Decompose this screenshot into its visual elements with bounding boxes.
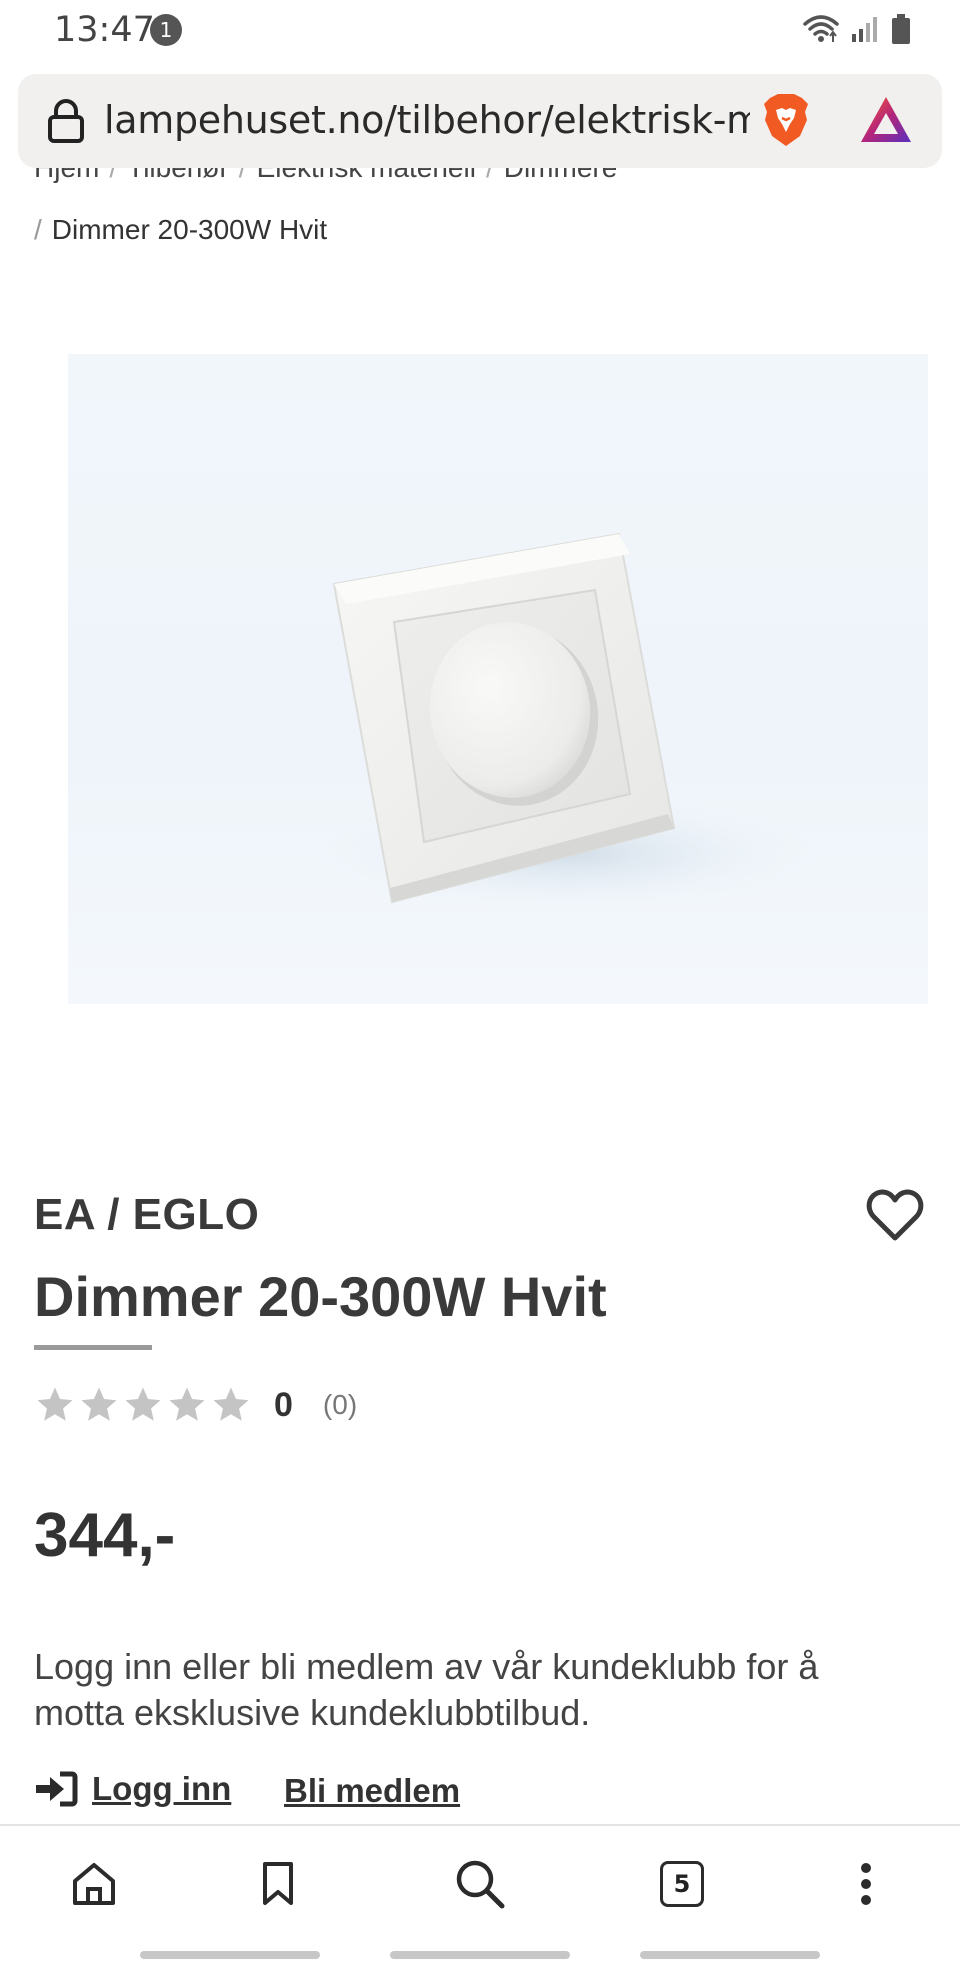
breadcrumb-current-label: Dimmer 20-300W Hvit — [51, 214, 328, 245]
rating-count: (0) — [322, 1389, 358, 1420]
dimmer-switch-image — [308, 532, 828, 914]
breadcrumb-item-electrical[interactable]: Elektrisk materiell — [257, 168, 476, 183]
tabs-button[interactable]: 5 — [650, 1852, 714, 1916]
favorite-heart-icon[interactable] — [866, 1188, 924, 1242]
bookmarks-button[interactable] — [246, 1852, 310, 1916]
breadcrumb-item-dimmers[interactable]: Dimmere — [504, 168, 618, 183]
product-image[interactable] — [68, 354, 928, 1004]
gesture-bar-right — [640, 1951, 820, 1959]
gesture-bar-center — [390, 1951, 570, 1959]
more-icon — [861, 1863, 871, 1905]
rating-stars — [34, 1384, 252, 1426]
sign-in-icon — [36, 1771, 78, 1807]
more-menu-button[interactable] — [834, 1852, 898, 1916]
breadcrumb-item-accessories[interactable]: Tilbehør — [127, 168, 229, 183]
status-time: 13:47 — [54, 10, 155, 50]
lock-icon[interactable] — [44, 96, 88, 144]
search-icon — [456, 1860, 505, 1909]
star-icon — [213, 1387, 249, 1421]
battery-icon — [892, 14, 910, 44]
club-info-text: Logg inn eller bli medlem av vår kundekl… — [34, 1646, 819, 1733]
url-text[interactable]: lampehuset.no/tilbehor/elektrisk-m — [104, 98, 750, 142]
become-member-link[interactable]: Bli medlem — [284, 1772, 460, 1810]
gesture-bar-left — [140, 1951, 320, 1959]
product-title: Dimmer 20-300W Hvit — [34, 1265, 607, 1328]
product-price: 344,- — [34, 1501, 176, 1570]
browser-bottom-nav: 5 — [0, 1824, 960, 1940]
status-icons — [802, 12, 912, 46]
breadcrumb: Hjem/Tilbehør/Elektrisk materiell/Dimmer… — [34, 168, 734, 198]
rating-value: 0 — [274, 1385, 293, 1424]
tabs-icon: 5 — [660, 1861, 704, 1907]
product-brand[interactable]: EA / EGLO — [34, 1190, 259, 1240]
star-icon — [125, 1387, 161, 1421]
signal-icon — [852, 17, 877, 42]
product-rating[interactable]: 0 (0) — [34, 1380, 357, 1430]
wifi-icon — [803, 15, 839, 42]
search-button[interactable] — [448, 1852, 512, 1916]
breadcrumb-current: / Dimmer 20-300W Hvit — [34, 214, 328, 245]
star-icon — [169, 1387, 205, 1421]
star-icon — [37, 1387, 73, 1421]
status-bar: 13:47 1 — [0, 0, 960, 62]
notification-badge: 1 — [150, 14, 182, 46]
login-label[interactable]: Logg inn — [92, 1770, 231, 1808]
login-link[interactable]: Logg inn — [34, 1770, 231, 1808]
breadcrumb-item-home[interactable]: Hjem — [34, 168, 99, 183]
brave-shield-icon[interactable] — [756, 90, 816, 150]
title-divider — [34, 1345, 152, 1350]
bookmark-icon — [263, 1862, 293, 1905]
home-icon — [73, 1863, 115, 1905]
brave-rewards-icon[interactable] — [858, 94, 914, 146]
star-icon — [81, 1387, 117, 1421]
home-button[interactable] — [62, 1852, 126, 1916]
address-bar[interactable]: lampehuset.no/tilbehor/elektrisk-m — [18, 74, 942, 168]
